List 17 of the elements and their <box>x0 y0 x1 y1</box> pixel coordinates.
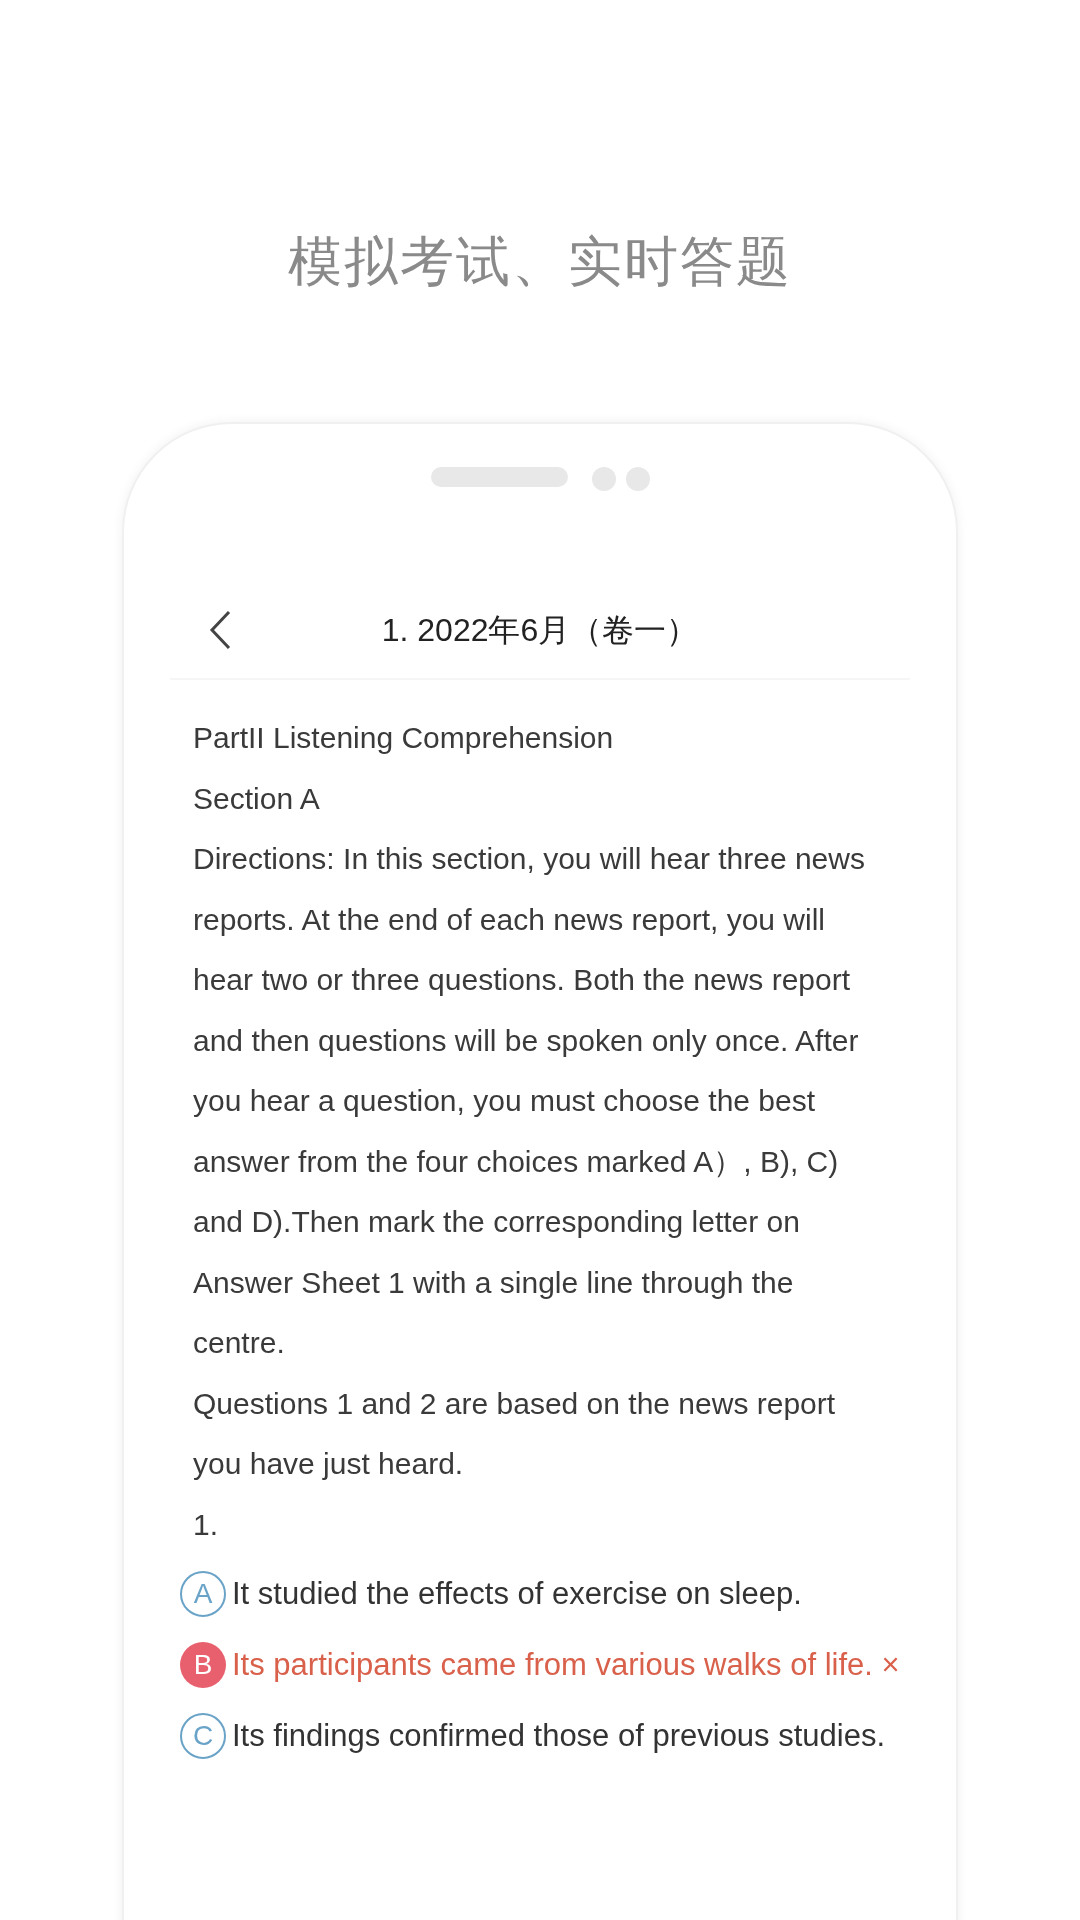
option-letter: A <box>180 1570 226 1617</box>
option-text: Its participants came from various walks of life. × <box>232 1646 900 1684</box>
screen-title: 1. 2022年6月（卷一） <box>381 611 699 650</box>
answer-option[interactable]: B Its participants came from various walks of life. × <box>180 1640 906 1689</box>
option-letter: C <box>180 1712 226 1759</box>
option-text: Its findings confirmed those of previous studies. <box>232 1717 886 1755</box>
passage-text: 1. <box>193 1506 220 1543</box>
passage-text: Directions: In this section, you will hear three news reports. At the end of each news report, you will hear two or three questions. Both the news report and then questions will be spoken only once. After you hear a question, you must choose the best answer from the four choices marked A）, B), C) and D).Then mark the corresponding letter on Answer Sheet 1 with a single line through the centre. <box>193 841 866 1361</box>
option-text: It studied the effects of exercise on sleep. <box>232 1575 802 1613</box>
passage-text: PartII Listening Comprehension <box>193 720 615 756</box>
answer-option[interactable]: A It studied the effects of exercise on sleep. <box>180 1569 906 1618</box>
passage-text: Questions 1 and 2 are based on the news report you have just heard. <box>193 1385 837 1482</box>
passage-text: Section A <box>193 780 321 817</box>
option-letter: B <box>180 1641 226 1688</box>
headline: 模拟考试、实时答题 <box>288 230 792 293</box>
back-icon <box>209 610 231 650</box>
answer-option[interactable]: C Its findings confirmed those of previous studies. <box>180 1711 906 1760</box>
